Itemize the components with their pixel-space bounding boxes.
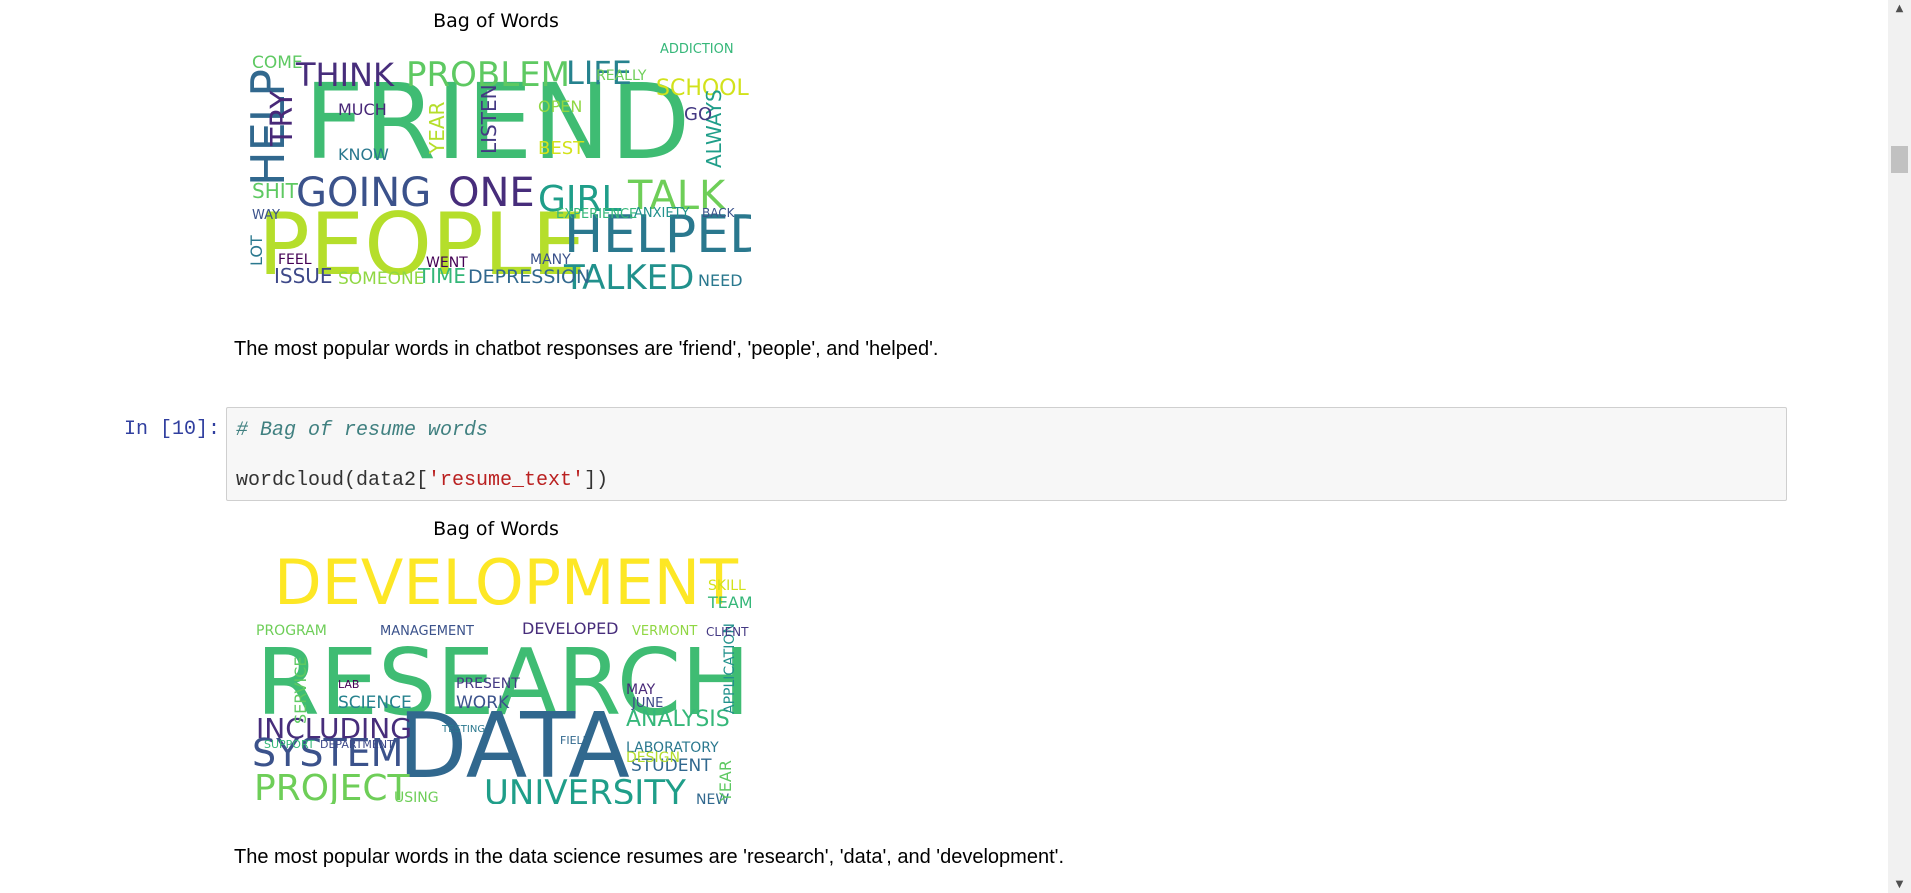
figure-title: Bag of Words [433,10,559,32]
scroll-down-arrow-icon[interactable]: ▼ [1888,876,1911,893]
cloud-word-go: GO [684,104,712,125]
code-function-call: wordcloud(data2[ [236,469,429,492]
cloud-word-department: DEPARTMENT [320,738,394,751]
cloud-word-year: YEAR [425,101,449,155]
cloud-word-program: PROGRAM [256,623,327,639]
cloud-word-testing: TESTING [441,724,485,735]
code-string-literal: 'resume_text' [428,469,585,492]
scrollbar-thumb[interactable] [1891,146,1908,173]
cloud-word-development: DEVELOPMENT [274,546,739,619]
cloud-word-try: TRY [265,90,300,147]
cloud-word-anxiety: ANXIETY [634,206,690,221]
cloud-word-using: USING [394,790,439,804]
cloud-word-need: NEED [698,271,743,290]
cloud-word-one: ONE [448,170,535,216]
wordcloud-svg: FRIENDPEOPLEHELPEDTALKEDGOING ONE GIRL TALK… [246,42,751,296]
wordcloud-image: DEVELOPMENT RESEARCH DATA SYSTEM PROJECT UNIV… [246,544,751,804]
page-scrollbar[interactable]: ▲ ▼ [1888,0,1911,893]
markdown-summary-chatbot: The most popular words in chatbot respon… [234,338,939,360]
cloud-word-developed: DEVELOPED [522,619,619,638]
cloud-word-design: DESIGN [626,750,680,766]
cloud-word-come: COME [252,53,303,73]
cloud-word-vermont: VERMONT [632,624,697,639]
cloud-word-think: THINK [295,56,395,94]
cloud-word-client: CLIENT [706,625,749,639]
cloud-word-work: WORK [456,693,510,713]
markdown-summary-resume: The most popular words in the data scien… [234,846,1065,868]
code-comment: # Bag of resume words [236,419,489,442]
wordcloud-figure-resume: Bag of Words DEVELOPMENT RESEARCH DATA SYST… [236,516,756,804]
cloud-word-best: BEST [538,138,585,159]
cloud-word-team: TEAM [707,593,751,612]
wordcloud-svg: DEVELOPMENTRESEARCHDATASYSTEMPROJECT UNIV… [252,546,751,804]
cloud-word-shit: SHIT [252,179,299,203]
cloud-word-depression: DEPRESSION [468,266,590,288]
cloud-word-project: PROJECT [254,768,411,804]
code-cell-input[interactable]: # Bag of resume words wordcloud(data2['r… [226,407,1787,501]
code-closing: ]) [584,469,609,492]
cloud-word-june: JUNE [631,696,663,711]
scroll-up-arrow-icon[interactable]: ▲ [1888,0,1911,17]
cloud-word-open: OPEN [538,97,582,116]
cloud-word-much: MUCH [338,100,387,119]
cloud-word-support: SUPPORT [264,738,315,751]
cloud-word-know: KNOW [338,145,389,164]
cloud-word-skill: SKILL [708,578,746,594]
cloud-word-went: WENT [426,255,468,271]
wordcloud-figure-chatbot: Bag of Words FRIEND PEOPLE HELPED TALKED GOI… [236,8,756,296]
cloud-word-way: WAY [252,208,280,223]
cloud-word-listen: LISTEN [477,84,501,154]
cloud-word-always: ALWAYS [702,89,726,168]
cloud-word-lot: LOT [247,235,266,266]
cloud-word-going: GOING [296,170,431,216]
cloud-word-really: REALLY [596,68,647,84]
cloud-word-feel: FEEL [278,252,312,268]
cloud-word-back: BACK [702,206,736,220]
cloud-word-university: UNIVERSITY [484,773,686,804]
wordcloud-image: FRIEND PEOPLE HELPED TALKED GOING ONE GIRL TALK… [246,36,751,296]
cloud-word-science: SCIENCE [338,693,412,713]
cloud-word-year: YEAR [716,760,735,803]
input-prompt: In [10]: [123,418,220,441]
cloud-word-many: MANY [530,252,571,268]
cloud-word-lab: LAB [338,678,359,691]
cloud-word-service: SERVICE [291,657,310,724]
cloud-word-management: MANAGEMENT [380,624,474,639]
figure-title: Bag of Words [433,518,559,540]
cloud-word-present: PRESENT [456,676,520,692]
cloud-word-field: FIELD [560,734,591,747]
cloud-word-addiction: ADDICTION [660,42,734,57]
cloud-word-experience: EXPERIENCE [556,207,637,222]
code-statement: wordcloud(data2['resume_text']) [236,469,608,492]
cloud-word-someone: SOMEONE [338,269,424,289]
notebook-area: Bag of Words FRIEND PEOPLE HELPED TALKED GOI… [0,0,1888,893]
